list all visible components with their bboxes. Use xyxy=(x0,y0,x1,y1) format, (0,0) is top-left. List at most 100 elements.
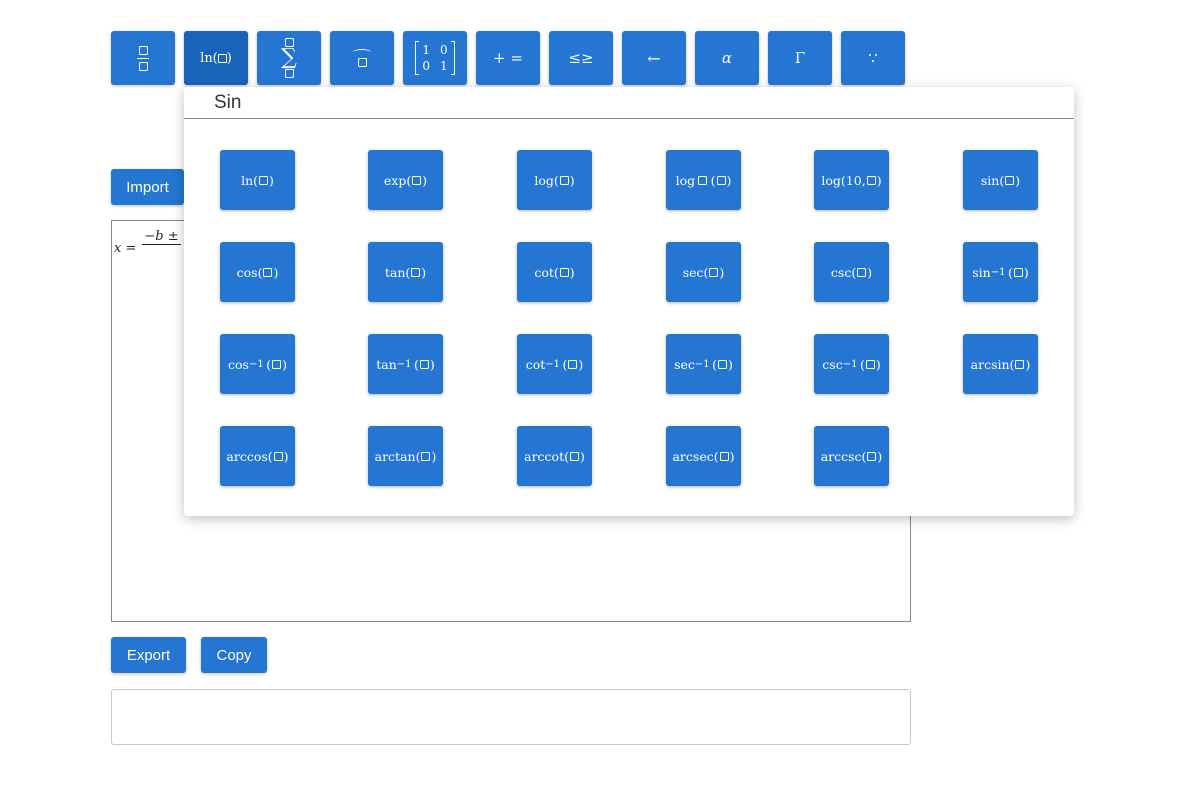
placeholder-box-icon xyxy=(217,53,227,63)
function-close: ) xyxy=(431,448,437,464)
function-button-csc-inverse[interactable]: csc −1 () xyxy=(814,334,889,394)
function-close: ) xyxy=(569,172,575,188)
function-label: cot xyxy=(525,356,546,372)
placeholder-box-icon xyxy=(716,175,726,185)
placeholder-box-icon xyxy=(698,175,708,185)
misc-symbols-button[interactable]: ∵ xyxy=(841,31,905,85)
function-button-sec[interactable]: sec() xyxy=(666,242,741,302)
function-button-sin-inverse[interactable]: sin −1 () xyxy=(963,242,1038,302)
open-paren: ( xyxy=(411,356,419,372)
fraction-button[interactable] xyxy=(111,31,175,85)
matrix-button[interactable]: 10 01 xyxy=(403,31,467,85)
sum-icon: ∑ xyxy=(281,38,297,78)
function-button-exp[interactable]: exp() xyxy=(368,150,443,210)
placeholder-box-icon xyxy=(263,267,273,277)
function-label: arccot( xyxy=(524,448,569,464)
function-label: log(10, xyxy=(821,172,866,188)
function-button-arcsin[interactable]: arcsin() xyxy=(963,334,1038,394)
open-paren: ( xyxy=(263,356,272,372)
greek-lower-button[interactable]: α xyxy=(695,31,759,85)
function-button-ln[interactable]: ln() xyxy=(220,150,295,210)
function-superscript: −1 xyxy=(396,358,412,370)
placeholder-box-icon xyxy=(709,267,719,277)
placeholder-box-icon xyxy=(866,175,876,185)
function-label: tan( xyxy=(384,264,411,280)
placeholder-box-icon xyxy=(1013,267,1023,277)
function-button-cos[interactable]: cos() xyxy=(220,242,295,302)
placeholder-box-icon xyxy=(559,175,569,185)
functions-button[interactable]: ln() xyxy=(184,31,248,85)
operators-button[interactable]: + = xyxy=(476,31,540,85)
greek-upper-button[interactable]: Γ xyxy=(768,31,832,85)
output-field[interactable] xyxy=(111,689,911,745)
function-close: ) xyxy=(877,448,883,464)
function-button-arctan[interactable]: arctan() xyxy=(368,426,443,486)
function-button-arccsc[interactable]: arccsc() xyxy=(814,426,889,486)
placeholder-box-icon xyxy=(421,451,431,461)
function-label: log( xyxy=(534,172,559,188)
placeholder-box-icon xyxy=(1015,359,1025,369)
because-icon: ∵ xyxy=(868,49,878,67)
function-label: log xyxy=(675,172,696,188)
popup-title: Sin xyxy=(214,92,242,113)
function-button-sec-inverse[interactable]: sec −1 () xyxy=(666,334,741,394)
functions-label-tail: ) xyxy=(226,50,232,66)
open-paren: ( xyxy=(709,356,718,372)
operators-icon: + = xyxy=(493,49,523,67)
function-superscript: −1 xyxy=(694,358,710,370)
function-button-tan[interactable]: tan() xyxy=(368,242,443,302)
function-close: ) xyxy=(719,264,725,280)
function-close: ) xyxy=(421,264,427,280)
function-button-cos-inverse[interactable]: cos −1 () xyxy=(220,334,295,394)
functions-popup: Sin ln() exp() log() log () log(10, ) sin() co… xyxy=(184,87,1074,516)
placeholder-box-icon xyxy=(865,359,875,369)
function-button-cot-inverse[interactable]: cot −1 () xyxy=(517,334,592,394)
popup-divider xyxy=(184,118,1074,119)
function-label: csc xyxy=(822,356,843,372)
function-close: ) xyxy=(1015,172,1021,188)
placeholder-box-icon xyxy=(569,451,579,461)
function-label: arccsc( xyxy=(820,448,867,464)
function-button-arcsec[interactable]: arcsec() xyxy=(666,426,741,486)
function-button-sin[interactable]: sin() xyxy=(963,150,1038,210)
placeholder-box-icon xyxy=(1005,175,1015,185)
function-button-log10[interactable]: log(10, ) xyxy=(814,150,889,210)
formula-lhs: x = xyxy=(114,241,137,256)
function-button-arccot[interactable]: arccot() xyxy=(517,426,592,486)
placeholder-box-icon xyxy=(272,359,282,369)
function-label: sin xyxy=(972,264,991,280)
placeholder-box-icon xyxy=(718,359,728,369)
function-superscript: −1 xyxy=(545,358,561,370)
function-button-log-base[interactable]: log () xyxy=(666,150,741,210)
fraction-icon xyxy=(137,45,149,71)
placeholder-box-icon xyxy=(568,359,578,369)
function-button-cot[interactable]: cot() xyxy=(517,242,592,302)
export-button[interactable]: Export xyxy=(111,637,186,673)
function-label: arcsin( xyxy=(970,356,1015,372)
accent-button[interactable] xyxy=(330,31,394,85)
function-label: ln( xyxy=(241,172,259,188)
function-close: ) xyxy=(283,448,289,464)
relations-button[interactable]: ≤≥ xyxy=(549,31,613,85)
function-close: ) xyxy=(422,172,428,188)
import-button[interactable]: Import xyxy=(111,169,184,205)
function-superscript: −1 xyxy=(842,358,858,370)
sum-button[interactable]: ∑ xyxy=(257,31,321,85)
function-label: sec( xyxy=(682,264,709,280)
function-button-log[interactable]: log() xyxy=(517,150,592,210)
placeholder-box-icon xyxy=(419,359,429,369)
arrows-button[interactable]: ← xyxy=(622,31,686,85)
function-label: arctan( xyxy=(374,448,421,464)
function-close: ) xyxy=(867,264,873,280)
placeholder-box-icon xyxy=(867,451,877,461)
alpha-icon: α xyxy=(721,49,733,67)
matrix-icon: 10 01 xyxy=(415,41,455,75)
function-button-arccos[interactable]: arccos() xyxy=(220,426,295,486)
function-superscript: −1 xyxy=(248,358,264,370)
function-button-tan-inverse[interactable]: tan −1 () xyxy=(368,334,443,394)
function-close: ) xyxy=(1023,264,1029,280)
function-button-csc[interactable]: csc() xyxy=(814,242,889,302)
placeholder-box-icon xyxy=(412,175,422,185)
function-close: ) xyxy=(728,356,733,372)
copy-button[interactable]: Copy xyxy=(201,637,267,673)
